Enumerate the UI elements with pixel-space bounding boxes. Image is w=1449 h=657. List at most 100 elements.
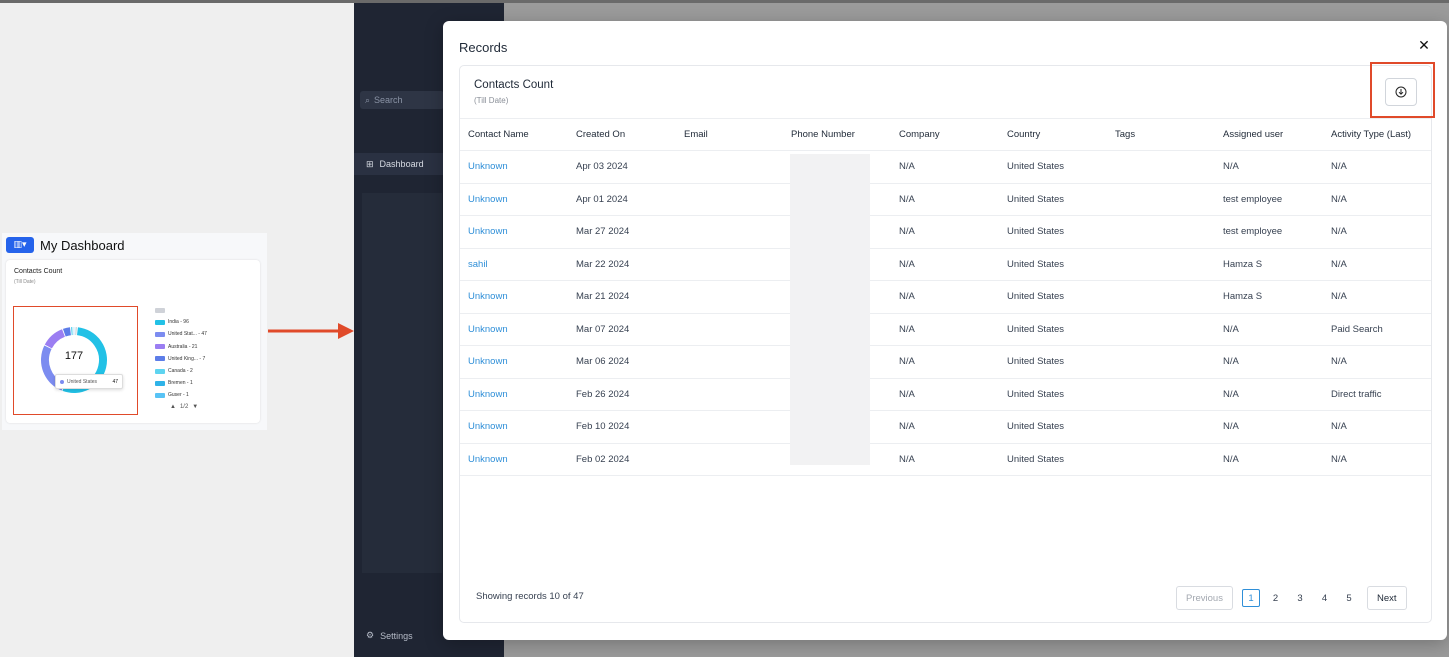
layout-switch-icon[interactable]: ▥▾ [6,237,34,253]
contact-name-link[interactable]: Unknown [468,281,508,313]
page-number-button[interactable]: 4 [1315,589,1333,607]
table-row[interactable]: Unknown Feb 02 2024 N/A United States N/A N/A [460,444,1431,476]
table-cell: N/A [899,291,915,303]
table-cell: N/A [899,161,915,173]
contact-name-link[interactable]: Unknown [468,216,508,248]
dashboard-icon: ⊞ [366,158,374,169]
table-cell: N/A [1223,421,1239,433]
table-cell: Feb 02 2024 [576,453,630,465]
table-cell: N/A [1223,161,1239,173]
column-header: Created On [576,129,626,140]
contact-name-link[interactable]: Unknown [468,379,508,411]
legend-page: 1/2 [179,404,189,410]
legend-item[interactable]: United King... - 7 [155,353,207,365]
table-row[interactable]: Unknown Apr 01 2024 N/A United States test e… [460,184,1431,216]
column-header: Company [899,129,940,140]
legend-item[interactable]: Bremen - 1 [155,377,207,389]
table-cell: N/A [1223,388,1239,400]
dashboard-title: My Dashboard [40,237,125,253]
legend-item[interactable]: Guser - 1 [155,389,207,401]
contact-name-link[interactable]: Unknown [468,444,508,476]
widget-title: Contacts Count [14,268,63,275]
table-cell: United States [1007,226,1065,238]
table-cell: N/A [1223,323,1239,335]
table-row[interactable]: Unknown Mar 07 2024 N/A United States N/A Pai… [460,314,1431,346]
close-icon[interactable]: ✕ [1416,38,1432,54]
phone-redaction [790,154,870,465]
legend-swatch [155,307,165,313]
contact-name-link[interactable]: Unknown [468,346,508,378]
legend-pager: ▲ 1/2 ▼ [170,404,198,410]
sidebar-search[interactable]: ⌕ Search [360,91,444,109]
table-cell: Hamza S [1223,291,1263,303]
column-header: Country [1007,129,1041,140]
table-cell: N/A [1331,161,1347,173]
table-row[interactable]: Unknown Feb 10 2024 N/A United States N/A N/A [460,411,1431,444]
legend-label: United King... - 7 [168,355,206,362]
gear-icon: ⚙ [366,630,375,640]
table-cell: United States [1007,356,1065,368]
column-header: Assigned user [1223,129,1284,140]
download-button[interactable] [1385,78,1417,106]
legend-swatch [155,392,165,398]
column-header: Phone Number [791,129,855,140]
contact-name-link[interactable]: Unknown [468,151,508,183]
modal-title: Records [459,40,508,55]
arrow-right-icon [268,323,354,339]
table-cell: N/A [1331,226,1347,238]
contact-name-link[interactable]: Unknown [468,314,508,346]
contact-name-link[interactable]: sahil [468,249,488,281]
table-row[interactable]: sahil Mar 22 2024 N/A United States Hamza S N… [460,249,1431,281]
page-number-button[interactable]: 1 [1241,589,1260,607]
table-cell: N/A [1223,356,1239,368]
column-header: Activity Type (Last) [1331,129,1412,140]
sidebar-item-label: Settings [380,630,413,641]
page-number-button[interactable]: 2 [1266,589,1284,607]
table-cell: United States [1007,161,1065,173]
contact-name-link[interactable]: Unknown [468,411,508,443]
legend-item[interactable]: Australia - 21 [155,341,207,353]
legend-item[interactable] [155,304,207,316]
contact-name-link[interactable]: Unknown [468,184,508,216]
column-header: Contact Name [468,129,529,140]
legend-down-icon[interactable]: ▼ [192,404,198,410]
table-cell: N/A [1331,291,1347,303]
legend-label: India - 96 [168,319,189,326]
legend-up-icon[interactable]: ▲ [170,404,176,410]
table-cell: Feb 26 2024 [576,388,630,400]
previous-button[interactable]: Previous [1176,586,1233,610]
table-cell: Mar 22 2024 [576,258,630,270]
sidebar-item-dashboard[interactable]: ⊞ Dashboard [354,153,444,175]
table-cell: N/A [899,193,915,205]
table-row[interactable]: Unknown Mar 06 2024 N/A United States N/A N/A [460,346,1431,379]
widget-subtitle: (Till Date) [14,279,36,285]
table-row[interactable]: Unknown Mar 21 2024 N/A United States Hamza … [460,281,1431,314]
dashboard-header: ▥▾ My Dashboard [6,237,125,253]
legend-item[interactable]: India - 96 [155,316,207,328]
table-cell: Mar 07 2024 [576,323,630,335]
records-panel: Contacts Count (Till Date) Contact Name C… [459,62,1435,623]
table-cell: United States [1007,193,1065,205]
donut-legend: India - 96 United Stat... - 47 Australia -… [155,304,207,402]
legend-swatch [155,356,165,362]
table-cell: United States [1007,258,1065,270]
next-button[interactable]: Next [1366,586,1407,610]
table-row[interactable]: Unknown Mar 27 2024 N/A United States test e… [460,216,1431,249]
page-number-button[interactable]: 5 [1340,589,1358,607]
table-cell: N/A [1331,193,1347,205]
legend-item[interactable]: Canada - 2 [155,365,207,377]
search-icon: ⌕ [365,94,371,105]
sidebar-item-settings[interactable]: ⚙ Settings [366,630,413,641]
table-header: Contact Name Created On Email Phone Number C… [460,118,1431,151]
table-cell: N/A [1331,453,1347,465]
table-cell: United States [1007,421,1065,433]
legend-item[interactable]: United Stat... - 47 [155,328,207,340]
table-cell: United States [1007,291,1065,303]
table-row[interactable]: Unknown Feb 26 2024 N/A United States N/A Dir… [460,379,1431,411]
widget-highlight-box [13,306,138,415]
table-cell: N/A [899,421,915,433]
legend-label: Bremen - 1 [168,380,193,387]
page-number-button[interactable]: 3 [1291,589,1309,607]
table-cell: Mar 27 2024 [576,226,630,238]
table-row[interactable]: Unknown Apr 03 2024 N/A United States N/A N/A [460,151,1431,184]
